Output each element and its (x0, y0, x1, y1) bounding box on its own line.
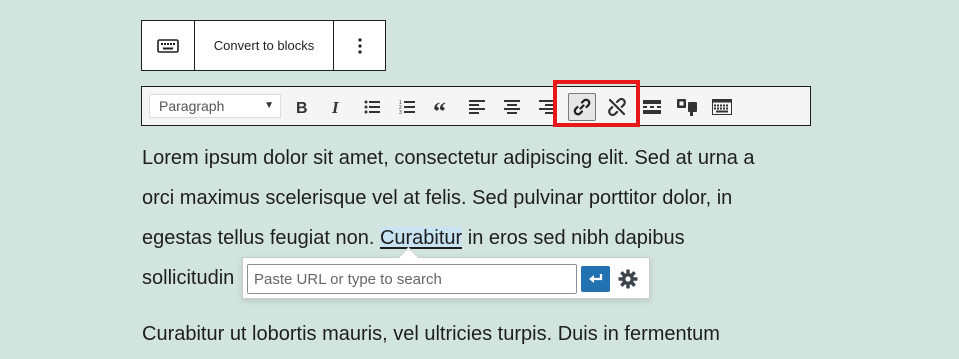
paragraph-line: orci maximus scelerisque vel at felis. S… (142, 187, 733, 209)
chevron-down-icon: ▼ (264, 100, 274, 111)
italic-icon: I (331, 99, 340, 115)
bullet-list-button[interactable] (358, 93, 386, 121)
blockquote-button[interactable]: “ (428, 93, 456, 121)
paragraph-line: Lorem ipsum dolor sit amet, consectetur … (142, 147, 755, 169)
gear-icon (618, 269, 638, 289)
paragraph-line: egestas tellus feugiat non. Curabitur in… (142, 218, 822, 258)
vertical-ellipsis-icon (357, 37, 362, 54)
link-settings-button[interactable] (616, 267, 640, 291)
link-buttons-highlight (553, 80, 640, 127)
block-toolbar: Convert to blocks (141, 20, 386, 71)
format-select[interactable]: Paragraph ▼ (149, 94, 281, 118)
bold-icon: B (296, 100, 308, 115)
numbered-list-button[interactable]: 123 (393, 93, 421, 121)
keyboard-shortcuts-button[interactable] (708, 93, 736, 121)
classic-toolbar: Paragraph ▼ B I 123 “ (141, 86, 811, 126)
selected-word[interactable]: Curabitur (379, 227, 463, 249)
link-url-input[interactable] (247, 264, 577, 294)
read-more-icon (643, 100, 661, 114)
convert-to-blocks-label: Convert to blocks (213, 38, 315, 53)
bold-button[interactable]: B (288, 93, 316, 121)
align-left-button[interactable] (463, 93, 491, 121)
svg-text:3: 3 (399, 110, 402, 115)
keyboard-icon (157, 38, 179, 53)
toolbar-toggle-icon (677, 99, 697, 116)
align-left-icon (469, 100, 485, 114)
keyboard-button[interactable] (142, 21, 195, 70)
text-after-selection: in eros sed nibh dapibus (462, 227, 685, 249)
blockquote-icon: “ (433, 100, 446, 114)
enter-icon (588, 274, 602, 283)
text-before-selection: egestas tellus feugiat non. (142, 227, 380, 249)
convert-to-blocks-button[interactable]: Convert to blocks (195, 21, 334, 70)
paragraph-2[interactable]: Curabitur ut lobortis mauris, vel ultric… (142, 314, 822, 354)
align-center-button[interactable] (498, 93, 526, 121)
svg-text:B: B (296, 100, 308, 115)
paragraph-line: Curabitur ut lobortis mauris, vel ultric… (142, 323, 720, 345)
align-center-icon (504, 100, 520, 114)
numbered-list-icon: 123 (399, 100, 415, 115)
italic-button[interactable]: I (323, 93, 351, 121)
more-options-button[interactable] (334, 21, 385, 70)
svg-text:I: I (331, 99, 340, 115)
svg-text:“: “ (433, 100, 446, 114)
format-select-value: Paragraph (159, 98, 225, 114)
toolbar-toggle-button[interactable] (673, 93, 701, 121)
keyboard-icon (712, 99, 732, 115)
bullet-list-icon (364, 100, 380, 114)
read-more-button[interactable] (638, 93, 666, 121)
apply-link-button[interactable] (581, 266, 610, 292)
link-popover (242, 257, 650, 299)
